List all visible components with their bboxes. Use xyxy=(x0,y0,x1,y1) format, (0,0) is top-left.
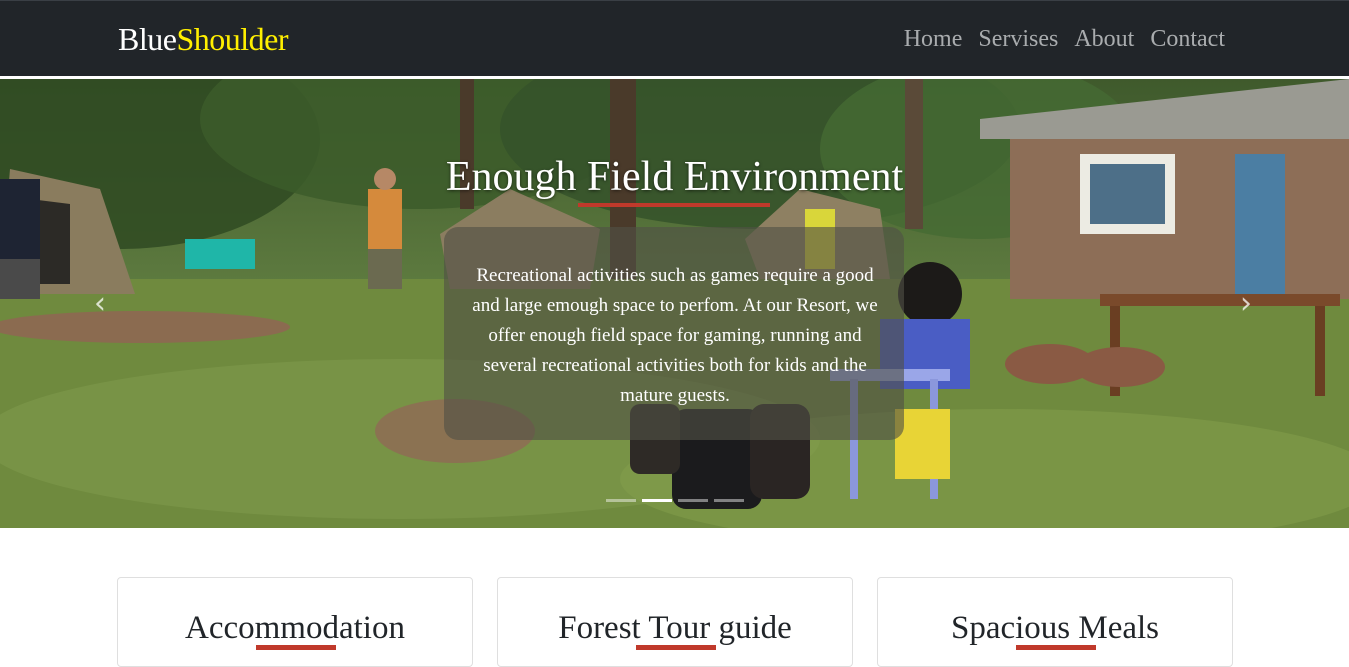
carousel-indicator-2[interactable] xyxy=(642,499,672,502)
carousel-indicators xyxy=(606,499,744,502)
hero-title: Enough Field Environment xyxy=(445,154,904,200)
carousel-prev-icon[interactable]: ‹ xyxy=(80,284,120,324)
carousel-indicator-1[interactable] xyxy=(606,499,636,502)
card-title-underline xyxy=(256,645,336,650)
card-title: Forest Tour guide xyxy=(558,610,792,646)
nav-links: Home Servises About Contact xyxy=(904,23,1225,55)
card-forest-tour-guide[interactable]: Forest Tour guide xyxy=(497,577,853,667)
nav-link-contact[interactable]: Contact xyxy=(1150,23,1225,55)
carousel-next-icon[interactable]: › xyxy=(1226,284,1266,324)
card-title: Accommodation xyxy=(185,610,405,646)
carousel-indicator-3[interactable] xyxy=(678,499,708,502)
nav-link-services[interactable]: Servises xyxy=(978,23,1058,55)
card-accommodation[interactable]: Accommodation xyxy=(117,577,473,667)
hero-title-underline xyxy=(578,203,770,207)
hero-caption-text: Recreational activities such as games re… xyxy=(472,265,878,406)
brand-part2: Shoulder xyxy=(176,21,288,57)
nav-link-about[interactable]: About xyxy=(1074,23,1134,55)
navbar: BlueShoulder Home Servises About Contact xyxy=(0,0,1349,76)
card-title: Spacious Meals xyxy=(950,610,1160,646)
card-title-underline xyxy=(1016,645,1096,650)
card-title-underline xyxy=(636,645,716,650)
hero-carousel: Enough Field Environment Recreational ac… xyxy=(0,79,1349,528)
brand-part1: Blue xyxy=(118,21,177,57)
brand-logo[interactable]: BlueShoulder xyxy=(118,19,288,59)
card-spacious-meals[interactable]: Spacious Meals xyxy=(877,577,1233,667)
carousel-indicator-4[interactable] xyxy=(714,499,744,502)
nav-link-home[interactable]: Home xyxy=(904,23,963,55)
